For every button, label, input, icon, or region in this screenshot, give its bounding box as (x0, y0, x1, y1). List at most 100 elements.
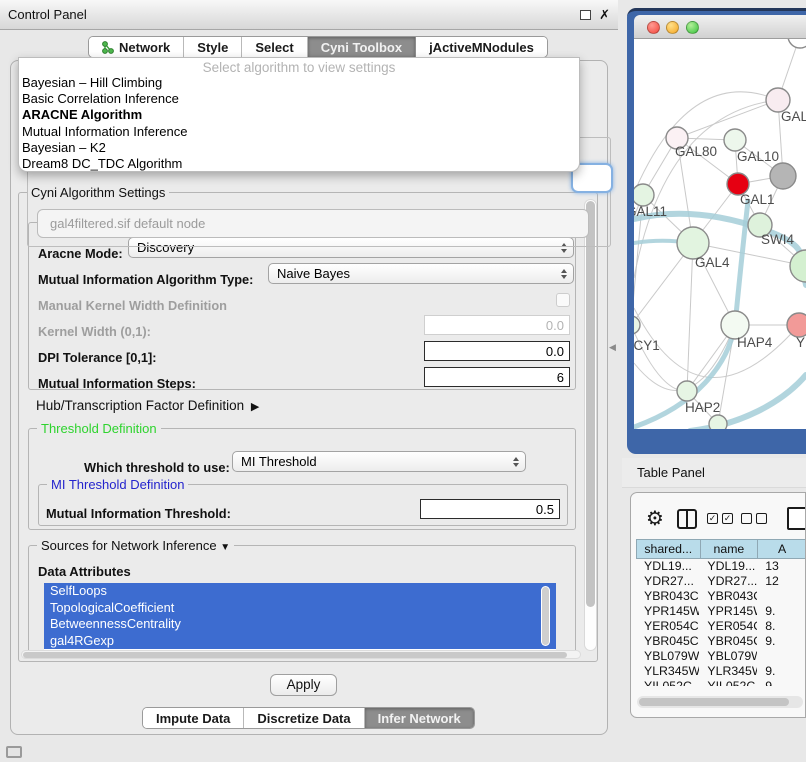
table-column-header[interactable]: shared... (636, 539, 700, 559)
network-view-window[interactable]: GALGAL80GAL10GAL1GAL11SWI4GAL4GCY1HAP4YH… (627, 8, 806, 454)
deselect-all-icon[interactable] (741, 513, 767, 524)
minimize-traffic-light-icon[interactable] (666, 21, 679, 34)
data-attribute-item[interactable]: BetweennessCentrality (44, 616, 556, 633)
settings-horizontal-scrollbar-thumb[interactable] (23, 652, 567, 659)
kernel-width-field[interactable] (424, 315, 570, 335)
control-panel-titlebar: Control Panel ✗ (0, 0, 618, 30)
network-node[interactable] (790, 250, 806, 282)
table-cell: 9. (757, 664, 806, 679)
app-root: Control Panel ✗ Network Style Select Cyni T… (0, 0, 806, 762)
splitpane-collapse-icon[interactable]: ◀ (609, 342, 616, 353)
mi-threshold-field[interactable] (420, 499, 560, 519)
table-body: YDL19...YDL19...13YDR27...YDR27...12YBR0… (636, 559, 806, 686)
mi-type-combo[interactable]: Naive Bayes (268, 263, 574, 284)
close-traffic-light-icon[interactable] (647, 21, 660, 34)
network-edge[interactable] (687, 243, 693, 391)
table-column-header[interactable]: name (700, 539, 758, 559)
network-node-gal11[interactable] (634, 184, 654, 206)
network-node-label: HAP4 (737, 335, 773, 350)
network-node-label: SWI4 (761, 232, 794, 247)
table-panel-body: ⚙ ✓✓ shared...nameA YDL19...YDL19...13YD… (630, 492, 806, 718)
table-row[interactable]: YLR345WYLR345W9. (636, 664, 806, 679)
tab-label: Infer Network (378, 711, 461, 726)
dpi-tolerance-label: DPI Tolerance [0,1]: (38, 350, 157, 365)
tab-cyni-toolbox[interactable]: Cyni Toolbox (308, 37, 416, 57)
collapsed-panel-chip[interactable] (6, 746, 22, 758)
network-edge-highlighted[interactable] (634, 214, 806, 285)
manual-kernel-checkbox[interactable] (556, 293, 570, 307)
table-settings-gear-icon[interactable]: ⚙ (646, 506, 664, 530)
tab-network[interactable]: Network (89, 37, 184, 57)
network-canvas[interactable]: GALGAL80GAL10GAL1GAL11SWI4GAL4GCY1HAP4YH… (634, 39, 806, 429)
table-panel-title: Table Panel (637, 465, 705, 480)
tab-label: Select (255, 40, 293, 55)
threshold-definition-title: Threshold Definition (37, 421, 161, 436)
apply-button[interactable]: Apply (270, 674, 337, 696)
tab-label: Style (197, 40, 228, 55)
float-window-icon[interactable] (580, 10, 591, 20)
new-column-icon[interactable] (787, 507, 806, 530)
algorithm-option[interactable]: Bayesian – Hill Climbing (19, 75, 579, 91)
zoom-traffic-light-icon[interactable] (686, 21, 699, 34)
data-attribute-item[interactable]: TopologicalCoefficient (44, 600, 556, 617)
algorithm-option[interactable]: Bayesian – K2 (19, 140, 579, 156)
network-node-gal10[interactable] (724, 129, 746, 151)
network-node-label: GAL (781, 109, 806, 124)
algorithm-option[interactable]: Mutual Information Inference (19, 124, 579, 140)
table-row[interactable]: YBL079WYBL079W (636, 649, 806, 664)
network-node[interactable] (788, 39, 806, 48)
combo-arrows-icon (561, 269, 567, 279)
network-node[interactable] (709, 415, 727, 429)
network-selector-box[interactable]: gal4filtered.sif default node (37, 209, 589, 238)
table-cell: 8. (757, 619, 806, 634)
close-window-icon[interactable]: ✗ (599, 10, 610, 20)
table-row[interactable]: YDR27...YDR27...12 (636, 574, 806, 589)
tab-label: jActiveMNodules (429, 40, 534, 55)
network-node-gcy1[interactable] (634, 316, 640, 334)
tab-label: Cyni Toolbox (321, 40, 402, 55)
table-column-header[interactable]: A (757, 539, 806, 559)
tab-select[interactable]: Select (242, 37, 307, 57)
table-row[interactable]: YDL19...YDL19...13 (636, 559, 806, 574)
network-node[interactable] (770, 163, 796, 189)
tab-impute-data[interactable]: Impute Data (143, 708, 244, 728)
table-row[interactable]: YPR145WYPR145W9. (636, 604, 806, 619)
sources-title[interactable]: Sources for Network Inference ▼ (37, 538, 234, 553)
column-view-icon[interactable] (677, 509, 697, 529)
network-node-label: GAL10 (737, 149, 779, 164)
tab-infer-network[interactable]: Infer Network (365, 708, 474, 728)
attribute-list-scrollbar-thumb[interactable] (542, 587, 549, 645)
hub-definition-toggle[interactable]: Hub/Transcription Factor Definition ▶ (36, 398, 259, 413)
data-attribute-item[interactable]: SelfLoops (44, 583, 556, 600)
network-node-label: GAL80 (675, 144, 717, 159)
dpi-tolerance-field[interactable] (424, 341, 570, 361)
network-graph: GALGAL80GAL10GAL1GAL11SWI4GAL4GCY1HAP4YH… (634, 39, 806, 429)
select-all-icon[interactable]: ✓✓ (707, 513, 733, 524)
network-node-y[interactable] (787, 313, 806, 337)
mi-steps-field[interactable] (424, 367, 570, 387)
network-node-label: Y (796, 335, 805, 350)
algorithm-option[interactable]: Dream8 DC_TDC Algorithm (19, 156, 579, 172)
network-edge[interactable] (634, 92, 778, 193)
data-attribute-item[interactable]: gal4RGexp (44, 633, 556, 650)
table-panel-titlebar: Table Panel (622, 458, 806, 488)
kernel-width-label: Kernel Width (0,1): (38, 324, 151, 339)
tab-discretize-data[interactable]: Discretize Data (244, 708, 364, 728)
cyni-mode-tab-bar: Impute DataDiscretize Data Infer Network (142, 707, 475, 729)
tab-jactivemnodules[interactable]: jActiveMNodules (416, 37, 547, 57)
table-row[interactable]: YBR043CYBR043C (636, 589, 806, 604)
table-row[interactable]: YBR045CYBR045C9. (636, 634, 806, 649)
table-row[interactable]: YIL052CYIL052C9 (636, 679, 806, 686)
network-edge[interactable] (634, 325, 687, 391)
tab-style[interactable]: Style (184, 37, 242, 57)
which-threshold-combo[interactable]: MI Threshold (232, 451, 526, 472)
table-horizontal-scrollbar-thumb[interactable] (639, 698, 789, 706)
network-node-hap2[interactable] (677, 381, 697, 401)
mi-type-label: Mutual Information Algorithm Type: (38, 272, 253, 287)
data-attributes-list[interactable]: SelfLoopsTopologicalCoefficientBetweenne… (44, 583, 556, 650)
table-row[interactable]: YER054CYER054C8. (636, 619, 806, 634)
settings-vertical-scrollbar-thumb[interactable] (586, 201, 595, 607)
collapsed-arrow-icon: ▶ (248, 401, 260, 413)
algorithm-option[interactable]: ARACNE Algorithm (19, 107, 579, 123)
algorithm-option[interactable]: Basic Correlation Inference (19, 91, 579, 107)
